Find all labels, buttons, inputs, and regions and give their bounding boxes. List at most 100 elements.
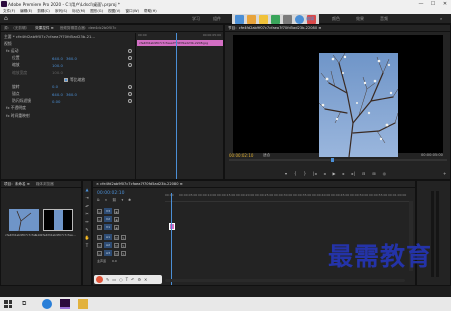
program-monitor-title[interactable]: 节目：cfe4fd2ab9f07c7cfaea7f70fd5ad23b-2208… [228,26,321,31]
sequence-item-thumbnail[interactable] [43,209,73,231]
track-a3[interactable]: A3 [104,250,112,256]
program-timecode[interactable]: 00:00:02:10 [229,153,253,158]
workspace-assembly[interactable]: 组件 [213,16,221,22]
file-explorer-icon[interactable] [78,299,88,309]
extract-icon[interactable]: ⊞ [372,171,375,176]
menu-window[interactable]: 窗口(W) [125,9,139,14]
track-v2[interactable]: V2 [104,216,112,222]
master-clip-label[interactable]: 主要 * cfe4fd2ab9f07c7cfaea7f70fd5ad23b-21… [4,34,95,40]
home-icon[interactable]: ⌂ [4,16,10,22]
menu-edit[interactable]: 编辑(E) [20,9,32,14]
premiere-taskbar-icon[interactable] [60,299,70,309]
menu-view[interactable]: 视图(V) [108,9,120,14]
razor-tool-icon[interactable]: ✂ [85,211,88,216]
lock-icon[interactable]: ⊡ [97,234,102,240]
tab-source[interactable]: 源：（无剪辑） [4,26,29,31]
play-icon[interactable]: ▶ [332,171,335,176]
master-volume-value[interactable]: 0.0 [112,259,117,263]
pen-tool-icon[interactable]: ✎ [85,227,88,232]
settings-icon[interactable]: ⚙ [137,277,141,282]
timeline-playhead[interactable] [171,193,172,285]
solo-button[interactable]: S [121,250,126,256]
step-back-icon[interactable]: ◂ [323,171,325,176]
hand-tool-icon[interactable]: ✋ [85,235,90,240]
ec-playhead[interactable] [176,33,177,179]
edge-browser-icon[interactable] [42,299,52,309]
tab-effect-controls[interactable]: 效果控件 ≡ [35,26,54,31]
reset-icon[interactable] [128,84,132,89]
maximize-button[interactable]: ☐ [427,0,439,8]
help-icon[interactable] [295,15,304,24]
track-select-tool-icon[interactable]: ⇥ [85,195,88,200]
rectangle-icon[interactable]: ▭ [112,277,116,282]
eye-icon[interactable]: ◉ [114,216,119,222]
reset-icon[interactable] [128,63,132,68]
time-remap-effect[interactable]: fx 时间重映射 [6,113,30,119]
tray-app-icon[interactable] [283,15,292,24]
menu-help[interactable]: 帮助(H) [144,9,157,14]
ripple-edit-tool-icon[interactable]: ⟛ [85,203,89,208]
lock-icon[interactable]: ⊡ [97,208,102,214]
reset-icon[interactable] [128,48,132,53]
reset-icon[interactable] [128,56,132,61]
anti-flicker-value[interactable]: 0.00 [52,99,60,104]
motion-effect[interactable]: fx 运动 [6,48,18,54]
windows-start-icon[interactable] [4,300,12,308]
undo-icon[interactable]: ↶ [131,277,134,282]
slip-tool-icon[interactable]: ↔ [85,219,88,224]
step-forward-icon[interactable]: ▸ [343,171,345,176]
close-icon[interactable]: ✕ [144,277,147,282]
track-a2[interactable]: A2 [104,242,112,248]
workspace-learn[interactable]: 学习 [192,16,200,22]
tab-project[interactable]: 项目：未命名 ≡ [4,182,30,187]
pen-icon[interactable]: ✎ [106,277,109,282]
circle-icon[interactable]: ○ [119,277,123,282]
recorder-logo-icon[interactable] [96,276,103,283]
lift-icon[interactable]: ⊟ [362,171,365,176]
mark-out-icon[interactable]: } [304,171,307,176]
menu-marker[interactable]: 标记(M) [72,9,85,14]
wrench-icon[interactable]: ✱ [128,198,131,202]
lock-icon[interactable]: ⊡ [97,242,102,248]
menu-clip[interactable]: 剪辑(C) [37,9,50,14]
mute-button[interactable]: M [114,234,119,240]
timeline-timecode[interactable]: 00:00:02:10 [97,191,124,196]
uniform-scale-checkbox[interactable] [64,77,68,82]
lock-icon[interactable]: ⊡ [97,216,102,222]
fit-dropdown[interactable]: 适合 [263,153,270,158]
track-v3[interactable]: V3 [104,208,112,214]
selection-tool-icon[interactable]: ▲ [85,187,88,192]
menu-graphics[interactable]: 图形(G) [90,9,103,14]
anchor-x-value[interactable]: 640.0 [52,92,66,97]
lock-icon[interactable]: ⊡ [97,224,102,230]
timeline-horizontal-scrollbar[interactable] [165,279,405,282]
anchor-y-value[interactable]: 360.0 [66,92,77,97]
menu-sequence[interactable]: 序列(S) [55,9,67,14]
tray-app-icon[interactable] [247,15,256,24]
track-v1[interactable]: V1 [104,224,112,230]
nest-toggle-icon[interactable]: ⧉ [97,198,100,202]
text-icon[interactable]: T [126,277,128,282]
rotation-value[interactable]: 0.0 [52,84,58,89]
close-button[interactable]: ✕ [439,0,451,8]
add-marker-icon[interactable]: ▾ [122,198,124,202]
go-to-in-icon[interactable]: |◂ [313,171,316,176]
workspace-effects[interactable]: 效果 [356,16,364,22]
eye-icon[interactable]: ◉ [114,224,119,230]
export-frame-icon[interactable]: ◎ [383,171,387,176]
lock-icon[interactable]: ⊡ [97,250,102,256]
program-playhead[interactable] [331,158,334,162]
mute-button[interactable]: M [114,250,119,256]
search-icon[interactable]: ⌕ [440,16,442,21]
track-a1[interactable]: A1 [104,234,112,240]
folder-icon[interactable] [259,15,268,24]
mark-in-icon[interactable]: { [294,171,297,176]
type-tool-icon[interactable]: T [86,243,88,248]
reset-icon[interactable] [128,99,132,104]
task-view-icon[interactable]: ⧉ [22,300,26,308]
workspace-edit[interactable]: 编辑 [306,16,314,22]
reset-icon[interactable] [128,92,132,97]
tab-media-browser[interactable]: 媒体浏览器 [36,182,54,187]
timeline-clip-v1[interactable] [169,223,175,230]
ec-clip-bar[interactable]: cfe4fd2ab9f07c7cfaea7f70fd5ad23b-2208.jp… [137,40,223,46]
